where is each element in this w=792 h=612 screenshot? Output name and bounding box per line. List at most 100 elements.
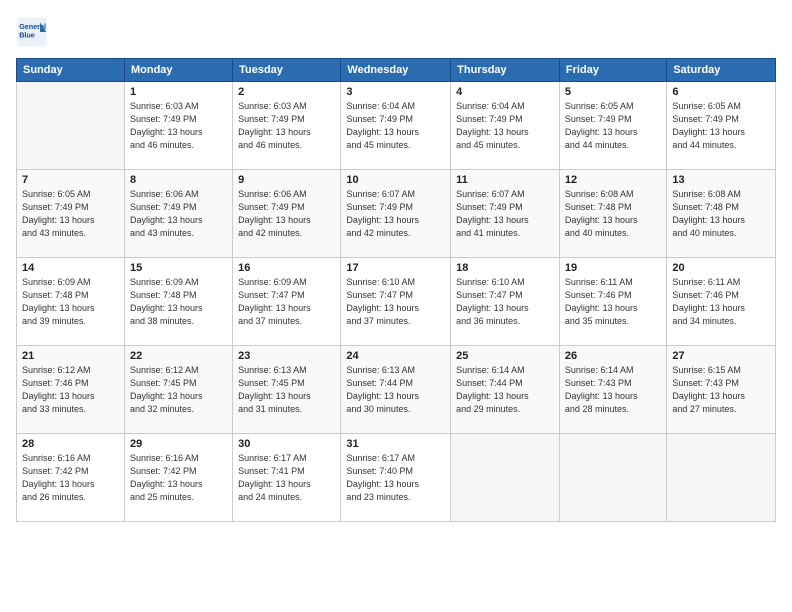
day-number: 12 [565,174,661,186]
day-number: 1 [130,86,227,98]
calendar-cell: 7Sunrise: 6:05 AM Sunset: 7:49 PM Daylig… [17,170,125,258]
calendar-cell: 6 Sunrise: 6:05 AM Sunset: 7:49 PM Daylig… [667,82,776,170]
calendar-cell: 14 Sunrise: 6:09 AM Sunset: 7:48 PM Dayli… [17,258,125,346]
day-number: 22 [130,350,227,362]
calendar-cell: 3 Sunrise: 6:04 AM Sunset: 7:49 PM Daylig… [341,82,451,170]
day-info: Sunrise: 6:17 AM Sunset: 7:41 PM Dayligh… [238,452,335,504]
day-info: Sunrise: 6:03 AM Sunset: 7:49 PM Dayligh… [130,100,227,152]
day-number: 9 [238,174,335,186]
day-number: 5 [565,86,661,98]
logo: General Blue [16,16,48,48]
calendar-cell: 16Sunrise: 6:09 AM Sunset: 7:47 PM Dayli… [233,258,341,346]
day-info: Sunrise: 6:16 AM Sunset: 7:42 PM Dayligh… [22,452,119,504]
day-number: 16 [238,262,335,274]
logo-icon: General Blue [16,16,48,48]
calendar-cell: 19Sunrise: 6:11 AM Sunset: 7:46 PM Dayli… [559,258,666,346]
column-header-friday: Friday [559,59,666,82]
day-number: 6 [672,86,770,98]
calendar-cell: 4 Sunrise: 6:04 AM Sunset: 7:49 PM Daylig… [451,82,560,170]
day-info: Sunrise: 6:03 AM Sunset: 7:49 PM Dayligh… [238,100,335,152]
column-header-wednesday: Wednesday [341,59,451,82]
calendar-cell: 2 Sunrise: 6:03 AM Sunset: 7:49 PM Daylig… [233,82,341,170]
calendar-cell: 11 Sunrise: 6:07 AM Sunset: 7:49 PM Dayli… [451,170,560,258]
day-number: 3 [346,86,445,98]
day-info: Sunrise: 6:14 AM Sunset: 7:43 PM Dayligh… [565,364,661,416]
calendar-cell: 10Sunrise: 6:07 AM Sunset: 7:49 PM Dayli… [341,170,451,258]
calendar-cell: 24 Sunrise: 6:13 AM Sunset: 7:44 PM Dayli… [341,346,451,434]
calendar-cell: 8Sunrise: 6:06 AM Sunset: 7:49 PM Daylig… [124,170,232,258]
day-number: 8 [130,174,227,186]
calendar-cell: 25 Sunrise: 6:14 AM Sunset: 7:44 PM Dayli… [451,346,560,434]
day-number: 18 [456,262,554,274]
day-info: Sunrise: 6:13 AM Sunset: 7:44 PM Dayligh… [346,364,445,416]
calendar-cell [559,434,666,522]
day-info: Sunrise: 6:09 AM Sunset: 7:48 PM Dayligh… [22,276,119,328]
day-info: Sunrise: 6:10 AM Sunset: 7:47 PM Dayligh… [456,276,554,328]
day-number: 20 [672,262,770,274]
day-number: 26 [565,350,661,362]
day-info: Sunrise: 6:08 AM Sunset: 7:48 PM Dayligh… [672,188,770,240]
day-number: 28 [22,438,119,450]
calendar-cell: 27Sunrise: 6:15 AM Sunset: 7:43 PM Dayli… [667,346,776,434]
day-info: Sunrise: 6:07 AM Sunset: 7:49 PM Dayligh… [456,188,554,240]
calendar-cell: 30 Sunrise: 6:17 AM Sunset: 7:41 PM Dayli… [233,434,341,522]
column-header-sunday: Sunday [17,59,125,82]
calendar-cell: 22 Sunrise: 6:12 AM Sunset: 7:45 PM Dayli… [124,346,232,434]
day-number: 30 [238,438,335,450]
calendar-cell: 26 Sunrise: 6:14 AM Sunset: 7:43 PM Dayli… [559,346,666,434]
calendar-cell: 23 Sunrise: 6:13 AM Sunset: 7:45 PM Dayli… [233,346,341,434]
calendar-table: SundayMondayTuesdayWednesdayThursdayFrid… [16,58,776,522]
day-number: 17 [346,262,445,274]
day-info: Sunrise: 6:07 AM Sunset: 7:49 PM Dayligh… [346,188,445,240]
day-info: Sunrise: 6:12 AM Sunset: 7:45 PM Dayligh… [130,364,227,416]
day-info: Sunrise: 6:04 AM Sunset: 7:49 PM Dayligh… [346,100,445,152]
page: General Blue SundayMondayTuesdayWednesda… [0,0,792,612]
day-info: Sunrise: 6:14 AM Sunset: 7:44 PM Dayligh… [456,364,554,416]
day-info: Sunrise: 6:13 AM Sunset: 7:45 PM Dayligh… [238,364,335,416]
calendar-cell: 1 Sunrise: 6:03 AM Sunset: 7:49 PM Daylig… [124,82,232,170]
day-info: Sunrise: 6:11 AM Sunset: 7:46 PM Dayligh… [565,276,661,328]
day-number: 27 [672,350,770,362]
calendar-cell: 29 Sunrise: 6:16 AM Sunset: 7:42 PM Dayli… [124,434,232,522]
calendar-cell [17,82,125,170]
column-header-saturday: Saturday [667,59,776,82]
calendar-week-4: 21 Sunrise: 6:12 AM Sunset: 7:46 PM Dayli… [17,346,776,434]
day-info: Sunrise: 6:11 AM Sunset: 7:46 PM Dayligh… [672,276,770,328]
day-number: 11 [456,174,554,186]
calendar-cell: 12 Sunrise: 6:08 AM Sunset: 7:48 PM Dayli… [559,170,666,258]
calendar-cell: 13Sunrise: 6:08 AM Sunset: 7:48 PM Dayli… [667,170,776,258]
calendar-week-1: 1 Sunrise: 6:03 AM Sunset: 7:49 PM Daylig… [17,82,776,170]
column-header-monday: Monday [124,59,232,82]
day-number: 31 [346,438,445,450]
calendar-cell: 31Sunrise: 6:17 AM Sunset: 7:40 PM Dayli… [341,434,451,522]
calendar-week-2: 7Sunrise: 6:05 AM Sunset: 7:49 PM Daylig… [17,170,776,258]
day-number: 29 [130,438,227,450]
calendar-week-5: 28 Sunrise: 6:16 AM Sunset: 7:42 PM Dayli… [17,434,776,522]
calendar-cell: 5 Sunrise: 6:05 AM Sunset: 7:49 PM Daylig… [559,82,666,170]
calendar-week-3: 14 Sunrise: 6:09 AM Sunset: 7:48 PM Dayli… [17,258,776,346]
day-number: 21 [22,350,119,362]
day-info: Sunrise: 6:05 AM Sunset: 7:49 PM Dayligh… [565,100,661,152]
calendar-cell: 17 Sunrise: 6:10 AM Sunset: 7:47 PM Dayli… [341,258,451,346]
day-info: Sunrise: 6:12 AM Sunset: 7:46 PM Dayligh… [22,364,119,416]
day-number: 25 [456,350,554,362]
calendar-cell: 20 Sunrise: 6:11 AM Sunset: 7:46 PM Dayli… [667,258,776,346]
calendar-cell: 21 Sunrise: 6:12 AM Sunset: 7:46 PM Dayli… [17,346,125,434]
column-header-thursday: Thursday [451,59,560,82]
day-info: Sunrise: 6:10 AM Sunset: 7:47 PM Dayligh… [346,276,445,328]
day-info: Sunrise: 6:16 AM Sunset: 7:42 PM Dayligh… [130,452,227,504]
day-number: 23 [238,350,335,362]
calendar-header-row: SundayMondayTuesdayWednesdayThursdayFrid… [17,59,776,82]
day-number: 4 [456,86,554,98]
day-number: 14 [22,262,119,274]
day-number: 7 [22,174,119,186]
header: General Blue [16,16,776,48]
column-header-tuesday: Tuesday [233,59,341,82]
day-number: 2 [238,86,335,98]
day-info: Sunrise: 6:05 AM Sunset: 7:49 PM Dayligh… [672,100,770,152]
day-info: Sunrise: 6:04 AM Sunset: 7:49 PM Dayligh… [456,100,554,152]
svg-text:Blue: Blue [19,31,35,40]
day-info: Sunrise: 6:08 AM Sunset: 7:48 PM Dayligh… [565,188,661,240]
day-number: 24 [346,350,445,362]
calendar-cell: 28 Sunrise: 6:16 AM Sunset: 7:42 PM Dayli… [17,434,125,522]
